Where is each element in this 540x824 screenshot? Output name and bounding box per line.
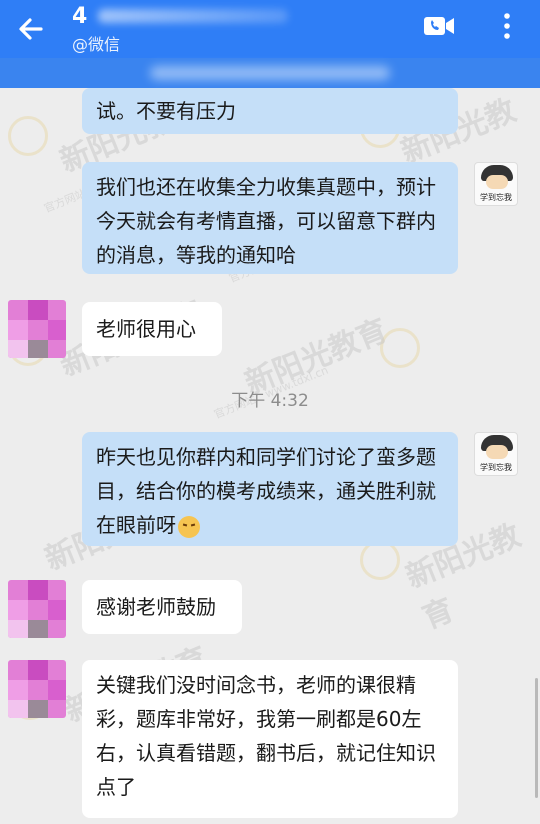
chat-subtitle: @微信: [72, 35, 121, 54]
message-bubble-incoming[interactable]: 老师很用心: [82, 302, 222, 356]
blurred-notice: [150, 66, 390, 80]
blurred-title: [97, 9, 288, 23]
video-call-icon: [424, 17, 454, 35]
avatar-caption: 学到忘我: [480, 463, 512, 472]
arrow-left-icon: [19, 18, 43, 40]
message-text: 昨天也见你群内和同学们讨论了蛮多题目，结合你的模考成绩来，通关胜利就在眼前呀: [96, 445, 436, 537]
scrollbar[interactable]: [535, 678, 538, 798]
watermark-logo: [360, 540, 400, 580]
chat-header: 4 @微信: [0, 0, 540, 58]
more-button[interactable]: [497, 10, 517, 42]
self-avatar[interactable]: 学到忘我: [474, 162, 518, 206]
chat-title: 4: [72, 3, 88, 29]
message-bubble-outgoing[interactable]: 昨天也见你群内和同学们讨论了蛮多题目，结合你的模考成绩来，通关胜利就在眼前呀: [82, 432, 458, 546]
message-bubble-outgoing[interactable]: 我们也还在收集全力收集真题中，预计今天就会有考情直播，可以留意下群内的消息，等我…: [82, 162, 458, 274]
smile-emoji-icon: [178, 515, 200, 538]
message-bubble-outgoing[interactable]: 试。不要有压力: [82, 88, 458, 134]
contact-avatar[interactable]: [8, 580, 66, 638]
chat-area[interactable]: 新阳光教育 官方网站：www.tdxl.cn 新阳光教育 新阳光教育 官方网站：…: [0, 88, 540, 824]
message-bubble-incoming[interactable]: 感谢老师鼓励: [82, 580, 242, 634]
video-call-button[interactable]: [423, 14, 455, 38]
watermark-logo: [380, 328, 420, 368]
contact-avatar[interactable]: [8, 300, 66, 358]
chat-title-area[interactable]: 4 @微信: [72, 4, 392, 54]
more-vertical-icon: [504, 13, 510, 39]
watermark-logo: [8, 116, 48, 156]
timestamp: 下午 4:32: [231, 391, 309, 411]
self-avatar[interactable]: 学到忘我: [474, 432, 518, 476]
contact-avatar[interactable]: [8, 660, 66, 718]
back-button[interactable]: [14, 12, 48, 46]
notice-banner: [0, 58, 540, 88]
avatar-caption: 学到忘我: [480, 193, 512, 202]
message-bubble-incoming[interactable]: 关键我们没时间念书，老师的课很精彩，题库非常好，我第一刷都是60左右，认真看错题…: [82, 660, 458, 818]
